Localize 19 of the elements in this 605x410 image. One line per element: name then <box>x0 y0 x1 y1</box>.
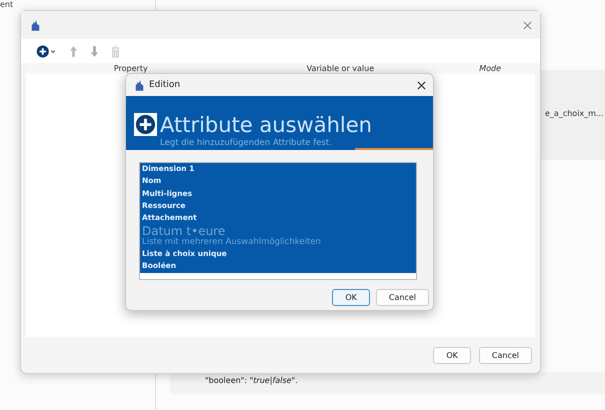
close-icon[interactable] <box>417 80 426 90</box>
dialog-button[interactable]: OK <box>332 289 370 306</box>
app-icon <box>31 20 40 30</box>
column-header[interactable]: Property <box>26 63 236 74</box>
column-header[interactable]: Variable or value <box>236 63 446 74</box>
panel-label: ent <box>0 0 14 9</box>
code-line: "booleen": "true|false". <box>205 376 298 385</box>
down-arrow-icon[interactable] <box>90 44 99 58</box>
add-icon <box>134 113 157 136</box>
table-cell: e_a_choix_m... <box>545 109 604 118</box>
dialog-subtitle: Legt die hinzuzufügenden Attribute fest. <box>160 138 333 149</box>
window-title: Edition <box>149 80 182 90</box>
dialog-button[interactable]: Cancel <box>376 289 429 306</box>
column-header[interactable]: Mode <box>445 63 536 74</box>
dialog-heading: Attribute auswählen <box>160 112 372 138</box>
dialog-button[interactable]: OK <box>433 346 471 364</box>
app-icon <box>135 80 144 91</box>
dialog-button[interactable]: Cancel <box>478 346 532 364</box>
add-dropdown-icon[interactable] <box>36 44 57 58</box>
